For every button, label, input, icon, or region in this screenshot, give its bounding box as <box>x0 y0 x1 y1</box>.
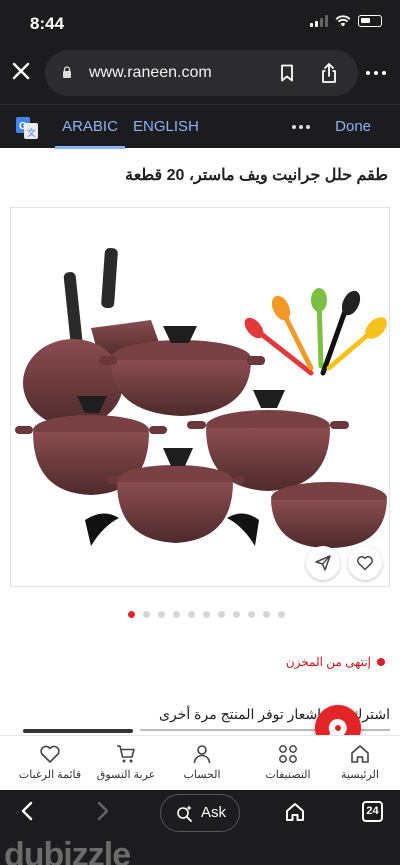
home-icon <box>351 745 369 763</box>
status-dot <box>377 658 385 666</box>
stock-status: إنتهى من المخزن <box>286 655 385 669</box>
nav-home[interactable]: الرئيسية <box>320 736 400 791</box>
browser-chrome: 8:44 www.raneen.com <box>0 0 400 104</box>
gallery-dot[interactable] <box>278 611 285 618</box>
nav-wishlist[interactable]: قائمة الرغبات <box>10 736 90 791</box>
nav-label: الرئيسية <box>341 769 379 781</box>
address-bar[interactable]: www.raneen.com <box>45 50 358 96</box>
back-arrow-icon[interactable] <box>16 800 38 822</box>
nav-label: عربة التسوق <box>96 769 156 781</box>
ask-button[interactable]: Ask <box>160 794 240 832</box>
gallery-dot[interactable] <box>188 611 195 618</box>
battery-icon <box>358 15 382 27</box>
send-icon <box>315 555 331 571</box>
product-title: طقم حلل جرانيت ويف ماستر، 20 قطعة <box>125 167 388 184</box>
gallery-dot[interactable] <box>173 611 180 618</box>
signal-icon <box>310 15 328 27</box>
heart-icon <box>40 745 60 763</box>
product-image[interactable] <box>10 207 390 587</box>
user-icon <box>193 745 211 764</box>
gallery-dot[interactable] <box>218 611 225 618</box>
google-translate-icon: G 文 <box>16 117 38 139</box>
more-menu-icon[interactable] <box>366 71 386 75</box>
nav-cart[interactable]: عربة التسوق <box>86 736 166 791</box>
home-icon[interactable] <box>284 801 306 823</box>
tab-english[interactable]: ENGLISH <box>133 105 199 149</box>
svg-text:文: 文 <box>27 127 36 139</box>
translate-more-icon[interactable] <box>292 125 310 129</box>
tab-arabic[interactable]: ARABIC <box>55 105 125 149</box>
nav-account[interactable]: الحساب <box>162 736 242 791</box>
heart-icon <box>357 556 373 571</box>
translate-done-button[interactable]: Done <box>335 105 371 149</box>
nav-label: الحساب <box>183 769 221 781</box>
tabs-count-button[interactable]: 24 <box>362 801 383 822</box>
gallery-dot[interactable] <box>248 611 255 618</box>
gallery-dot[interactable] <box>158 611 165 618</box>
bookmark-icon[interactable] <box>279 64 295 82</box>
cookware-set-illustration <box>15 247 387 548</box>
sparkle-search-icon <box>177 805 192 822</box>
gallery-dot[interactable] <box>203 611 210 618</box>
translate-bar: G 文 ARABIC ENGLISH Done <box>0 104 400 149</box>
cart-icon <box>117 745 135 763</box>
gallery-dot[interactable] <box>233 611 240 618</box>
nav-label: قائمة الرغبات <box>18 769 82 781</box>
lock-icon <box>63 66 71 78</box>
gallery-pagination[interactable] <box>128 611 285 618</box>
status-time: 8:44 <box>30 14 65 33</box>
svg-text:G: G <box>19 121 27 132</box>
watermark: dubizzle <box>4 836 131 865</box>
gallery-dot[interactable] <box>143 611 150 618</box>
grid-icon <box>279 745 297 763</box>
gallery-dot[interactable] <box>128 611 135 618</box>
wishlist-button[interactable] <box>348 546 382 580</box>
status-icons <box>310 15 382 27</box>
bottom-nav: قائمة الرغبات عربة التسوق الحساب التصنيف… <box>0 735 400 790</box>
nav-label: التصنيفات <box>265 769 311 781</box>
notify-divider-dark <box>23 729 133 733</box>
ask-label: Ask <box>201 804 227 821</box>
nav-categories[interactable]: التصنيفات <box>248 736 328 791</box>
share-icon[interactable] <box>320 62 338 84</box>
share-product-button[interactable] <box>306 546 340 580</box>
wifi-icon <box>335 15 351 27</box>
gallery-dot[interactable] <box>263 611 270 618</box>
forward-arrow-icon[interactable] <box>92 800 114 822</box>
url-text: www.raneen.com <box>89 64 212 81</box>
stock-status-text: إنتهى من المخزن <box>285 655 371 669</box>
close-icon[interactable] <box>10 60 32 82</box>
